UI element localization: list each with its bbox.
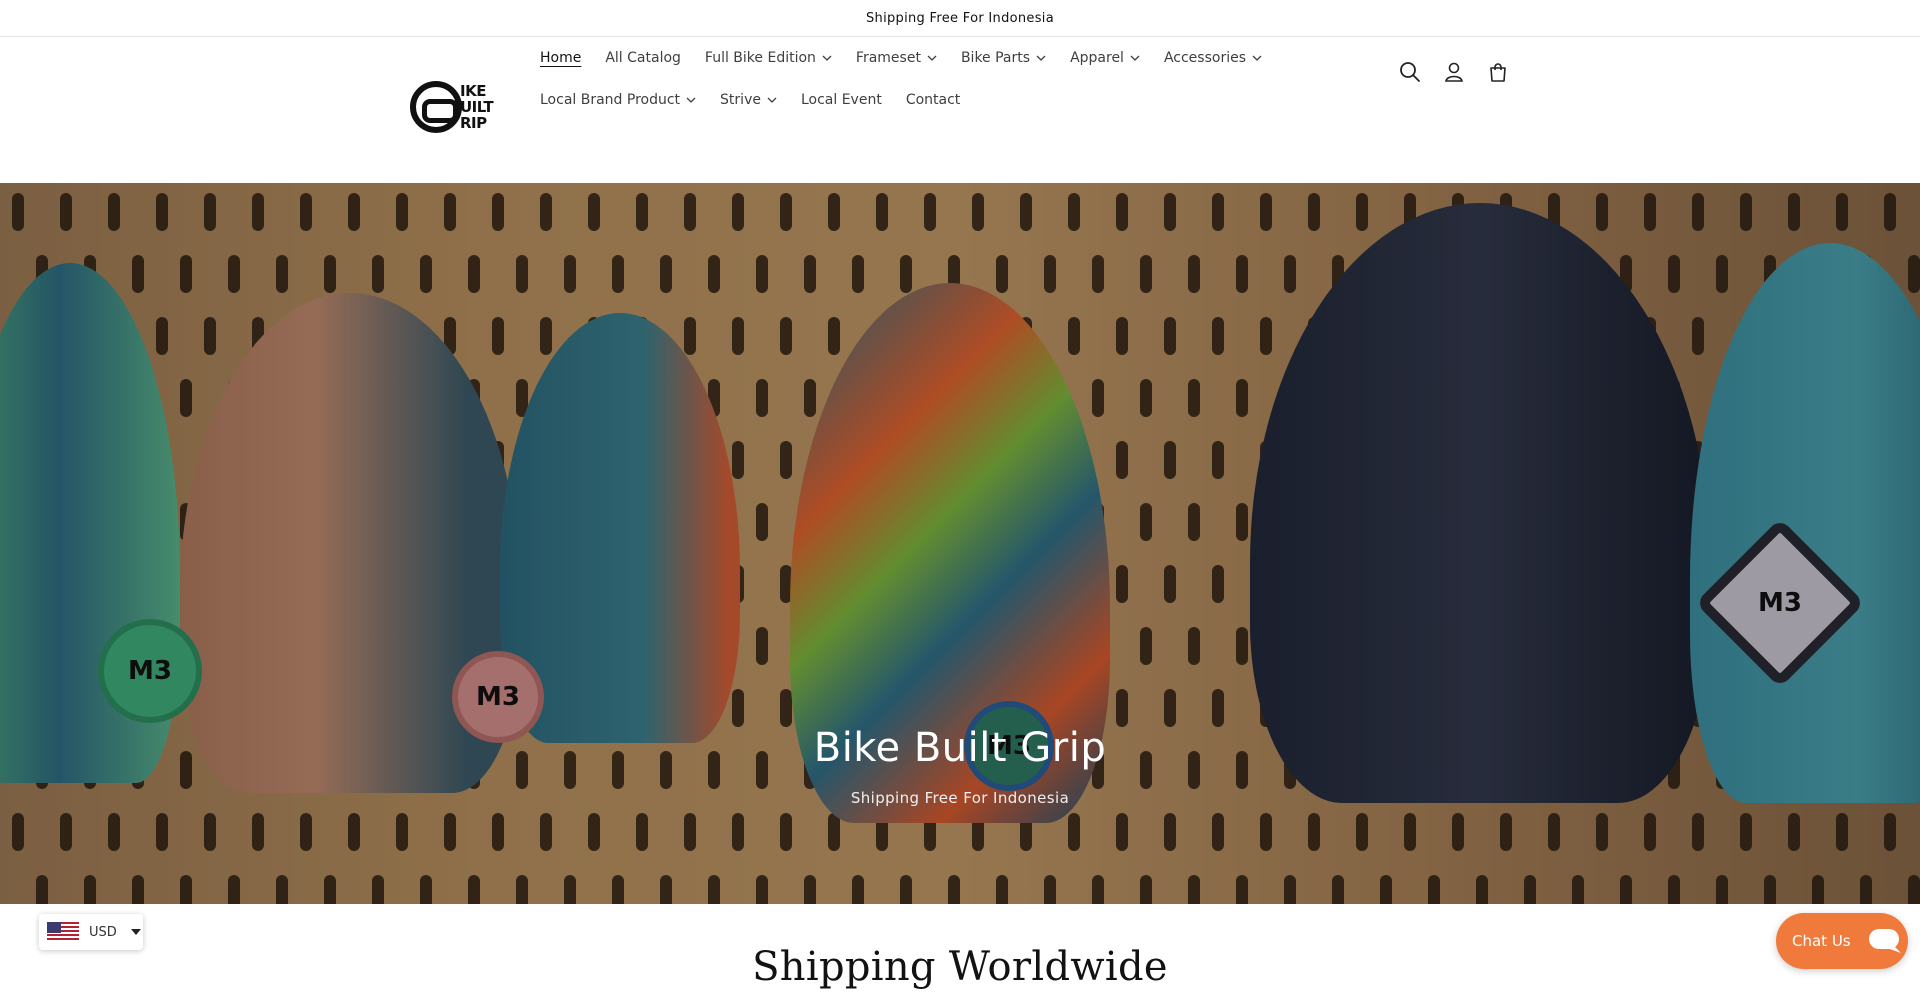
- nav-item-strive[interactable]: Strive: [720, 92, 777, 108]
- chevron-down-icon: [767, 97, 777, 103]
- header-icons: [1398, 60, 1510, 84]
- hero-subtitle: Shipping Free For Indonesia: [850, 789, 1070, 807]
- chevron-down-icon: [1036, 55, 1046, 61]
- nav-item-label: Local Brand Product: [540, 92, 681, 108]
- currency-code: USD: [89, 924, 117, 940]
- announcement-bar: Shipping Free For Indonesia: [0, 0, 1920, 37]
- chevron-down-icon: [1130, 55, 1140, 61]
- announcement-text: Shipping Free For Indonesia: [866, 10, 1054, 26]
- chevron-down-icon: [822, 55, 832, 61]
- nav-item-apparel[interactable]: Apparel: [1070, 50, 1140, 66]
- cart-icon[interactable]: [1486, 60, 1510, 84]
- nav-item-local-event[interactable]: Local Event: [801, 92, 882, 108]
- nav-item-label: Home: [540, 50, 582, 66]
- account-icon[interactable]: [1442, 60, 1466, 84]
- caret-down-icon: [130, 929, 141, 935]
- nav-item-home[interactable]: Home: [540, 50, 581, 66]
- chat-label: Chat Us: [1792, 932, 1851, 950]
- us-flag-icon: [47, 922, 79, 942]
- hero-title: Bike Built Grip: [813, 725, 1107, 771]
- section-title: Shipping Worldwide: [752, 944, 1168, 990]
- nav-item-accessories[interactable]: Accessories: [1164, 50, 1262, 66]
- nav-item-full-bike-edition[interactable]: Full Bike Edition: [705, 50, 832, 66]
- nav-item-label: Local Event: [800, 92, 882, 108]
- hero-banner[interactable]: M3 M3 M3 M3 Bike Built Grip Shipping Fre…: [0, 183, 1920, 904]
- search-icon[interactable]: [1398, 60, 1422, 84]
- nav-item-label: All Catalog: [605, 50, 681, 66]
- chevron-down-icon: [1252, 55, 1262, 61]
- nav-item-label: Strive: [720, 92, 761, 108]
- chat-button[interactable]: Chat Us: [1776, 913, 1908, 969]
- chevron-down-icon: [686, 97, 696, 103]
- chevron-down-icon: [927, 55, 937, 61]
- nav-item-all-catalog[interactable]: All Catalog: [605, 50, 681, 66]
- main-nav: Home All Catalog Full Bike Edition Frameset…: [540, 37, 1340, 121]
- logo[interactable]: IKE UILT RIP: [410, 79, 502, 135]
- logo-text: IKE UILT RIP: [460, 82, 494, 132]
- nav-item-label: Frameset: [855, 50, 921, 66]
- nav-item-label: Apparel: [1070, 50, 1124, 66]
- nav-item-local-brand-product[interactable]: Local Brand Product: [540, 92, 696, 108]
- nav-row-1: Home All Catalog Full Bike Edition Frameset…: [540, 37, 1340, 79]
- nav-item-label: Contact: [905, 92, 961, 108]
- nav-item-contact[interactable]: Contact: [906, 92, 960, 108]
- nav-item-label: Accessories: [1163, 50, 1246, 66]
- nav-item-bike-parts[interactable]: Bike Parts: [961, 50, 1046, 66]
- currency-selector[interactable]: USD: [39, 914, 143, 950]
- chat-bubble-icon: [1867, 927, 1903, 955]
- logo-mark-icon: [410, 81, 462, 133]
- nav-item-frameset[interactable]: Frameset: [856, 50, 937, 66]
- nav-item-label: Bike Parts: [960, 50, 1031, 66]
- nav-row-2: Local Brand Product Strive Local Event Cont…: [540, 79, 1340, 121]
- nav-item-label: Full Bike Edition: [704, 50, 816, 66]
